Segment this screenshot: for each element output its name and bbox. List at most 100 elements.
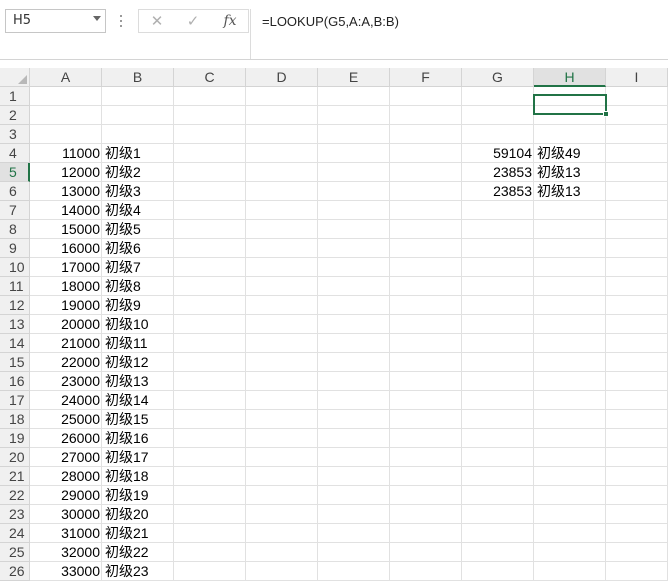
cell-a10[interactable]: 17000 (30, 258, 102, 277)
row-header-13[interactable]: 13 (0, 315, 30, 334)
cell-a17[interactable]: 24000 (30, 391, 102, 410)
cancel-icon[interactable]: ✕ (145, 11, 169, 31)
fill-handle[interactable] (603, 111, 609, 117)
cell-h4[interactable]: 初级49 (534, 144, 606, 163)
row-header-17[interactable]: 17 (0, 391, 30, 410)
formula-input[interactable]: =LOOKUP(G5,A:A,B:B) (250, 9, 668, 59)
row-header-21[interactable]: 21 (0, 467, 30, 486)
row-header-6[interactable]: 6 (0, 182, 30, 201)
cell-a11[interactable]: 18000 (30, 277, 102, 296)
cell-b7[interactable]: 初级4 (102, 201, 174, 220)
cell-a5[interactable]: 12000 (30, 163, 102, 182)
name-box[interactable]: H5 (5, 9, 106, 33)
cell-b18[interactable]: 初级15 (102, 410, 174, 429)
cell-a15[interactable]: 22000 (30, 353, 102, 372)
cell-a8[interactable]: 15000 (30, 220, 102, 239)
cell-a6[interactable]: 13000 (30, 182, 102, 201)
cell-b15[interactable]: 初级12 (102, 353, 174, 372)
row-header-23[interactable]: 23 (0, 505, 30, 524)
row-header-19[interactable]: 19 (0, 429, 30, 448)
column-header-i[interactable]: I (606, 68, 668, 87)
cell-g6[interactable]: 23853 (462, 182, 534, 201)
cell-a4[interactable]: 11000 (30, 144, 102, 163)
row-gridline (30, 124, 668, 125)
row-header-14[interactable]: 14 (0, 334, 30, 353)
row-header-16[interactable]: 16 (0, 372, 30, 391)
cell-b25[interactable]: 初级22 (102, 543, 174, 562)
column-header-c[interactable]: C (174, 68, 246, 87)
row-header-7[interactable]: 7 (0, 201, 30, 220)
cell-b19[interactable]: 初级16 (102, 429, 174, 448)
column-header-a[interactable]: A (30, 68, 102, 87)
column-header-h[interactable]: H (534, 68, 606, 87)
cell-a19[interactable]: 26000 (30, 429, 102, 448)
cell-b10[interactable]: 初级7 (102, 258, 174, 277)
cell-h5[interactable]: 初级13 (534, 163, 606, 182)
cell-a18[interactable]: 25000 (30, 410, 102, 429)
cell-b5[interactable]: 初级2 (102, 163, 174, 182)
cell-b20[interactable]: 初级17 (102, 448, 174, 467)
column-header-f[interactable]: F (390, 68, 462, 87)
cell-b8[interactable]: 初级5 (102, 220, 174, 239)
cell-a7[interactable]: 14000 (30, 201, 102, 220)
row-header-8[interactable]: 8 (0, 220, 30, 239)
cell-b23[interactable]: 初级20 (102, 505, 174, 524)
row-header-12[interactable]: 12 (0, 296, 30, 315)
cell-b11[interactable]: 初级8 (102, 277, 174, 296)
row-header-22[interactable]: 22 (0, 486, 30, 505)
cell-a14[interactable]: 21000 (30, 334, 102, 353)
cell-b6[interactable]: 初级3 (102, 182, 174, 201)
chevron-down-icon[interactable] (93, 16, 101, 21)
cell-b4[interactable]: 初级1 (102, 144, 174, 163)
cell-b12[interactable]: 初级9 (102, 296, 174, 315)
select-all-button[interactable] (0, 68, 30, 87)
column-header-b[interactable]: B (102, 68, 174, 87)
row-header-10[interactable]: 10 (0, 258, 30, 277)
cell-g4[interactable]: 59104 (462, 144, 534, 163)
cell-g5[interactable]: 23853 (462, 163, 534, 182)
cell-b14[interactable]: 初级11 (102, 334, 174, 353)
cell-b24[interactable]: 初级21 (102, 524, 174, 543)
cell-b13[interactable]: 初级10 (102, 315, 174, 334)
cell-a26[interactable]: 33000 (30, 562, 102, 581)
cell-a23[interactable]: 30000 (30, 505, 102, 524)
row-header-18[interactable]: 18 (0, 410, 30, 429)
cell-a16[interactable]: 23000 (30, 372, 102, 391)
column-header-e[interactable]: E (318, 68, 390, 87)
cell-a22[interactable]: 29000 (30, 486, 102, 505)
row-header-3[interactable]: 3 (0, 125, 30, 144)
row-header-1[interactable]: 1 (0, 87, 30, 106)
formula-bar-area: H5 ✕ ✓ fx =LOOKUP(G5,A:A,B:B) (0, 0, 668, 60)
cell-a13[interactable]: 20000 (30, 315, 102, 334)
cell-a9[interactable]: 16000 (30, 239, 102, 258)
column-header-g[interactable]: G (462, 68, 534, 87)
column-header-d[interactable]: D (246, 68, 318, 87)
cell-a21[interactable]: 28000 (30, 467, 102, 486)
cell-h6[interactable]: 初级13 (534, 182, 606, 201)
cell-b16[interactable]: 初级13 (102, 372, 174, 391)
cell-b21[interactable]: 初级18 (102, 467, 174, 486)
row-gridline (30, 105, 668, 106)
row-header-2[interactable]: 2 (0, 106, 30, 125)
insert-function-icon[interactable]: fx (218, 11, 242, 31)
row-header-4[interactable]: 4 (0, 144, 30, 163)
cell-b9[interactable]: 初级6 (102, 239, 174, 258)
cell-b22[interactable]: 初级19 (102, 486, 174, 505)
cell-a20[interactable]: 27000 (30, 448, 102, 467)
cell-a12[interactable]: 19000 (30, 296, 102, 315)
row-header-26[interactable]: 26 (0, 562, 30, 581)
row-header-15[interactable]: 15 (0, 353, 30, 372)
row-header-9[interactable]: 9 (0, 239, 30, 258)
drag-handle-icon[interactable] (120, 12, 123, 30)
row-header-5[interactable]: 5 (0, 163, 30, 182)
cell-a24[interactable]: 31000 (30, 524, 102, 543)
row-header-11[interactable]: 11 (0, 277, 30, 296)
row-header-25[interactable]: 25 (0, 543, 30, 562)
row-header-24[interactable]: 24 (0, 524, 30, 543)
spreadsheet-grid[interactable]: A B C D E F G H I 1 2 3 4 5 6 7 8 9 10 11 12 13 14 15 16 17 18 19 20… (0, 68, 668, 584)
enter-icon[interactable]: ✓ (181, 11, 205, 31)
cell-b26[interactable]: 初级23 (102, 562, 174, 581)
row-header-20[interactable]: 20 (0, 448, 30, 467)
cell-b17[interactable]: 初级14 (102, 391, 174, 410)
cell-a25[interactable]: 32000 (30, 543, 102, 562)
